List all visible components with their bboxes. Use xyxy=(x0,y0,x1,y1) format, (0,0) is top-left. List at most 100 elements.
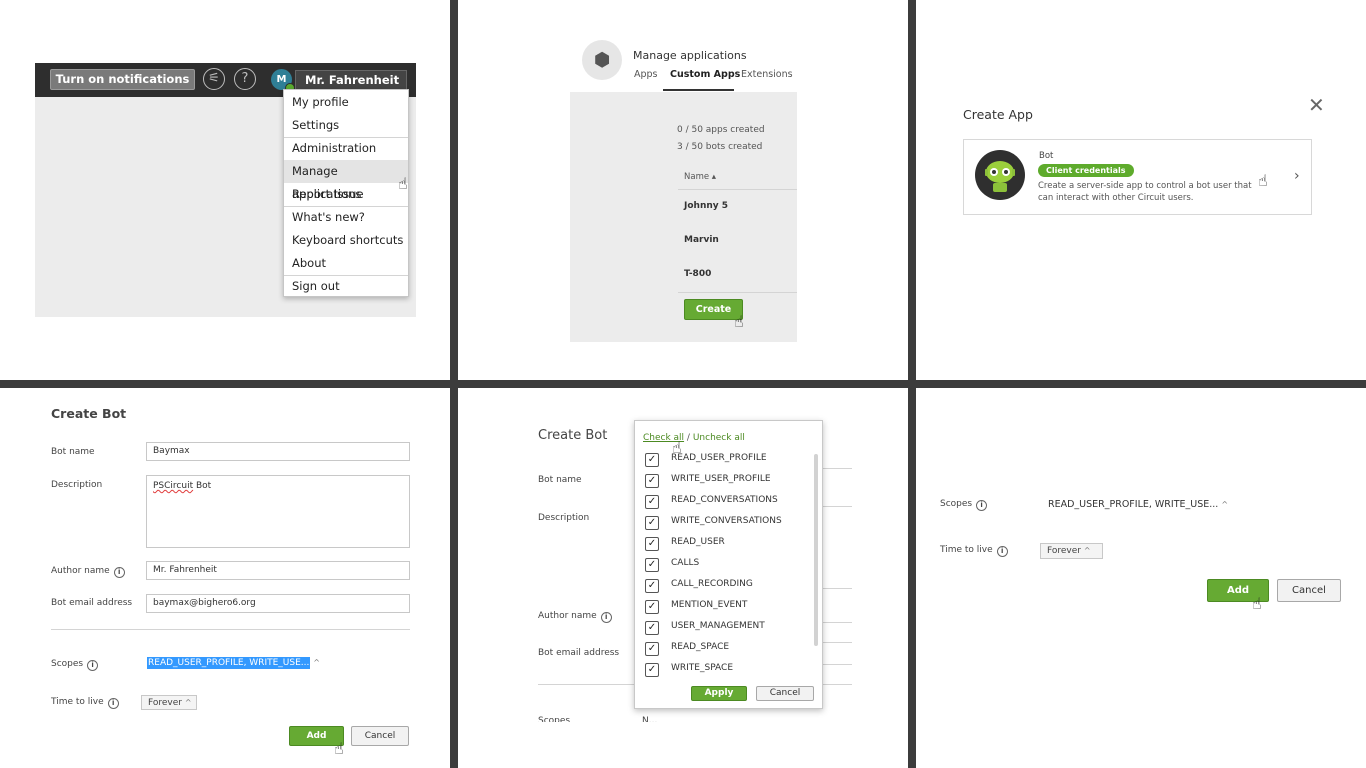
cancel-button[interactable]: Cancel xyxy=(351,726,409,746)
form-divider xyxy=(51,629,410,630)
cancel-button[interactable]: Cancel xyxy=(1277,579,1341,602)
checkbox[interactable]: ✓ xyxy=(645,558,659,572)
menu-item-report-issue[interactable]: Report Issue xyxy=(284,183,408,206)
tab-extensions[interactable]: Extensions xyxy=(741,69,793,80)
table-row[interactable]: T-800 xyxy=(678,257,797,291)
form-title: Create Bot xyxy=(51,406,127,421)
bots-created-count: 3 / 50 bots created xyxy=(677,142,763,152)
menu-item-manage-applications[interactable]: Manage applications xyxy=(284,160,408,201)
author-name-label: Author name i xyxy=(538,611,612,623)
dialog-title: Create App xyxy=(963,107,1033,122)
bot-email-label: Bot email address xyxy=(538,648,620,658)
cancel-button[interactable]: Cancel xyxy=(756,686,814,701)
menu-item-administration[interactable]: Administration xyxy=(284,137,408,160)
checkbox[interactable]: ✓ xyxy=(645,516,659,530)
uncheck-all-link[interactable]: Uncheck all xyxy=(693,433,745,443)
checkbox[interactable]: ✓ xyxy=(645,537,659,551)
menu-item-settings[interactable]: Settings xyxy=(284,114,408,137)
checkbox[interactable]: ✓ xyxy=(645,621,659,635)
tab-apps[interactable]: Apps xyxy=(634,69,658,80)
row-divider xyxy=(678,292,797,293)
chevron-up-icon: ^ xyxy=(313,658,320,667)
scopes-label-text: Scopes xyxy=(940,499,973,509)
menu-item-my-profile[interactable]: My profile xyxy=(284,91,408,114)
field-edge xyxy=(820,622,852,623)
scrollbar[interactable] xyxy=(814,454,818,646)
scopes-select[interactable]: READ_USER_PROFILE, WRITE_USE... ^ xyxy=(147,657,320,669)
check-controls: Check all / Uncheck all xyxy=(643,433,745,443)
phone-icon[interactable]: ⚟ xyxy=(203,68,225,90)
mouse-pointer-icon: ☝ xyxy=(1252,594,1262,613)
checkbox[interactable]: ✓ xyxy=(645,642,659,656)
help-icon[interactable]: ? xyxy=(234,68,256,90)
user-menu-button[interactable]: Mr. Fahrenheit ⌄ xyxy=(295,70,407,105)
time-to-live-label-text: Time to live xyxy=(51,697,104,707)
time-to-live-select[interactable]: Forever ^ xyxy=(141,695,197,710)
info-icon[interactable]: i xyxy=(107,698,119,709)
info-icon[interactable]: i xyxy=(113,567,125,578)
sort-ascending-icon: ▴ xyxy=(711,172,717,182)
table-row[interactable]: Johnny 5 xyxy=(678,189,797,223)
scopes-label: Scopes i xyxy=(940,499,988,511)
bot-email-label: Bot email address xyxy=(51,598,133,608)
menu-item-whats-new[interactable]: What's new? xyxy=(284,206,408,229)
time-to-live-value: Forever xyxy=(1047,546,1081,556)
chevron-up-icon: ^ xyxy=(1221,500,1229,509)
mouse-pointer-icon: ☝ xyxy=(1258,171,1268,190)
name-column-header[interactable]: Name ▴ xyxy=(684,172,716,182)
apply-button[interactable]: Apply xyxy=(691,686,747,701)
chevron-up-icon: ^ xyxy=(184,698,192,707)
mouse-pointer-icon: ☝ xyxy=(672,438,682,457)
panel-confirm-add xyxy=(916,388,1366,768)
field-edge xyxy=(820,588,852,589)
info-icon[interactable]: i xyxy=(996,546,1008,557)
mouse-pointer-icon: ☝ xyxy=(398,174,408,193)
bot-email-field[interactable]: baymax@bighero6.org xyxy=(146,594,410,613)
menu-item-sign-out[interactable]: Sign out xyxy=(284,275,408,298)
checkbox[interactable]: ✓ xyxy=(645,474,659,488)
scope-option-label: USER_MANAGEMENT xyxy=(671,621,765,631)
bot-name-label: Bot name xyxy=(538,475,582,485)
author-name-label: Author name i xyxy=(51,566,125,578)
author-name-field[interactable]: Mr. Fahrenheit xyxy=(146,561,410,580)
scopes-label-text: Scopes xyxy=(51,659,84,669)
bot-name-label: Bot name xyxy=(51,447,95,457)
turn-on-notifications-button[interactable]: Turn on notifications xyxy=(50,69,195,90)
checkbox[interactable]: ✓ xyxy=(645,453,659,467)
table-row[interactable]: Marvin xyxy=(678,223,797,257)
field-edge xyxy=(820,506,852,507)
scope-option-label: READ_USER xyxy=(671,537,725,547)
checkbox[interactable]: ✓ xyxy=(645,600,659,614)
scopes-selected-value: READ_USER_PROFILE, WRITE_USE... xyxy=(1048,499,1219,510)
checkbox[interactable]: ✓ xyxy=(645,579,659,593)
menu-item-keyboard-shortcuts[interactable]: Keyboard shortcuts xyxy=(284,229,408,252)
misspelled-word: PSCircuit xyxy=(153,481,194,491)
time-to-live-label-text: Time to live xyxy=(940,545,993,555)
time-to-live-select[interactable]: Forever ^ xyxy=(1040,543,1103,559)
info-icon[interactable]: i xyxy=(976,500,988,511)
scopes-select[interactable]: READ_USER_PROFILE, WRITE_USE... ^ xyxy=(1048,499,1228,510)
applications-icon: ⬢ xyxy=(582,40,622,80)
scope-option-label: WRITE_SPACE xyxy=(671,663,734,673)
description-label: Description xyxy=(51,480,103,490)
tab-custom-apps[interactable]: Custom Apps xyxy=(670,69,740,80)
scope-option-label: WRITE_CONVERSATIONS xyxy=(671,516,782,526)
checkbox[interactable]: ✓ xyxy=(645,663,659,677)
scope-option-label: READ_USER_PROFILE xyxy=(671,453,767,463)
chevron-up-icon: ^ xyxy=(1083,546,1091,555)
author-name-label-text: Author name xyxy=(51,566,110,576)
scope-option-label: CALLS xyxy=(671,558,700,568)
description-field[interactable]: PSCircuit Bot xyxy=(146,475,410,548)
info-icon[interactable]: i xyxy=(600,612,612,623)
checkbox[interactable]: ✓ xyxy=(645,495,659,509)
time-to-live-label: Time to live i xyxy=(51,697,119,709)
menu-item-about[interactable]: About xyxy=(284,252,408,275)
user-menu-label: Mr. Fahrenheit xyxy=(305,73,400,87)
card-description: Create a server-side app to control a bo… xyxy=(1038,181,1252,203)
bot-name-field[interactable]: Baymax xyxy=(146,442,410,461)
info-icon[interactable]: i xyxy=(87,660,99,671)
card-type-label: Bot xyxy=(1039,151,1054,161)
close-icon[interactable]: ✕ xyxy=(1308,93,1325,117)
scope-option-label: READ_CONVERSATIONS xyxy=(671,495,778,505)
author-name-label-text: Author name xyxy=(538,611,597,621)
